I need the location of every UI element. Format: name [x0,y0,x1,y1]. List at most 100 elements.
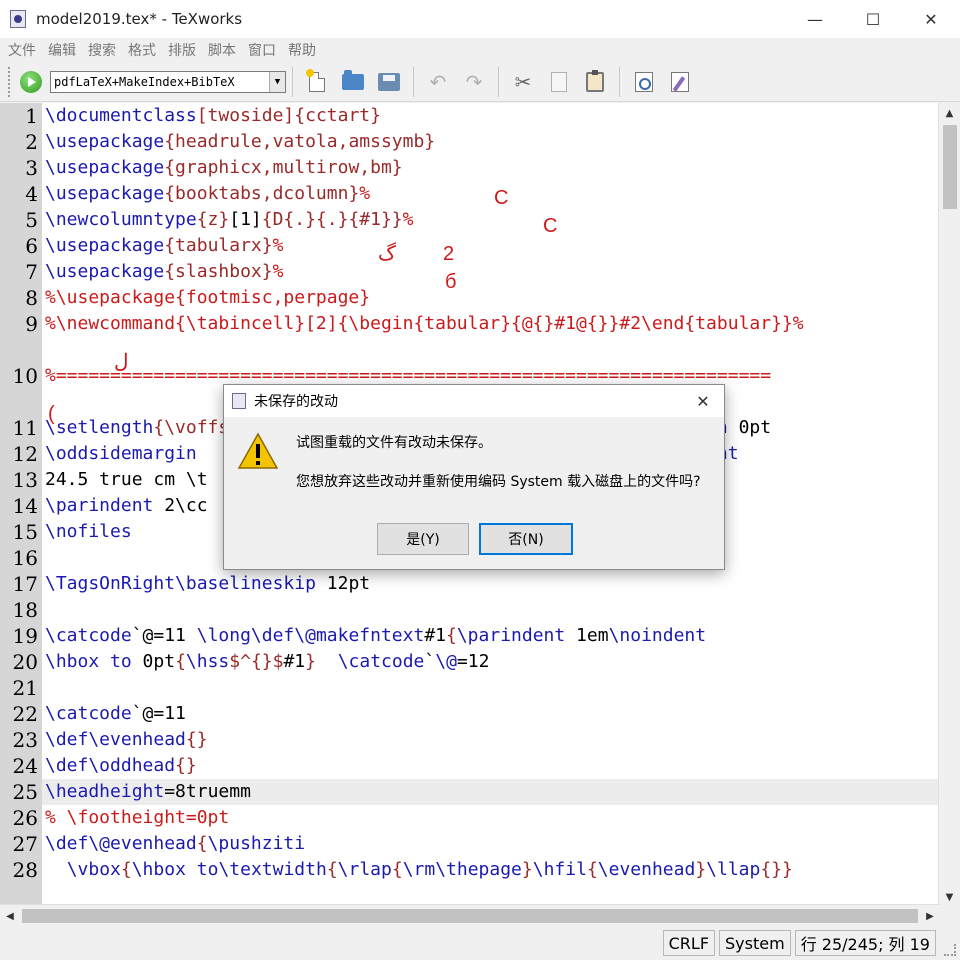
menu-help[interactable]: 帮助 [282,40,322,60]
line-number: 3 [25,156,38,180]
code-line[interactable]: 27 \def\@evenhead{\pushziti [13,831,938,857]
ink-mark: 2 [443,243,455,265]
code-token: { [446,625,457,646]
code-line[interactable]: 18 [13,597,938,623]
new-document-button[interactable] [302,67,332,97]
save-icon [378,72,400,91]
toolbar-grip[interactable] [8,66,12,97]
code-token: \parindent [456,625,566,646]
scroll-up-icon[interactable]: ▲ [939,103,960,123]
line-number: 15 [12,520,38,544]
code-token: \usepackage [45,157,165,178]
toolbar-separator [413,66,414,97]
engine-select[interactable]: pdfLaTeX+MakeIndex+BibTeX ▼ [50,70,286,93]
open-button[interactable] [338,67,368,97]
line-text: \catcode`@=11 [42,701,186,727]
yes-button[interactable]: 是(Y) [377,523,469,555]
maximize-button[interactable]: ☐ [844,0,902,38]
code-line[interactable]: 21 [13,675,938,701]
code-token: % [272,235,284,256]
vertical-scrollbar[interactable]: ▲ ▼ [938,103,960,907]
cut-button[interactable]: ✂ [508,67,538,97]
code-line[interactable]: 22 \catcode`@=11 [13,701,938,727]
code-token: \headheight [45,781,165,802]
code-line[interactable]: 1 \documentclass[twoside]{cctart} [25,103,938,129]
code-line[interactable]: 26 % \footheight=0pt [13,805,938,831]
code-token: \newcolumntype [45,209,197,230]
horizontal-scroll-thumb[interactable] [22,909,918,923]
code-line[interactable]: 2 \usepackage{headrule,vatola,amssymb} [25,129,938,155]
code-token: \nofiles [45,521,132,542]
line-text: \documentclass[twoside]{cctart} [42,103,381,129]
save-button[interactable] [374,67,404,97]
code-token: {} [175,755,197,776]
code-token: 2\cc [153,495,208,516]
code-line[interactable]: 19 \catcode`@=11 \long\def\@makefntext#1{… [13,623,938,649]
code-line[interactable]: 6 \usepackage{tabularx}% [25,233,938,259]
dialog-close-button[interactable]: ✕ [682,385,724,417]
code-line[interactable]: 17 \TagsOnRight\baselineskip 12pt [13,571,938,597]
encoding-indicator[interactable]: System [719,930,791,956]
line-number: 5 [25,208,38,232]
scroll-left-icon[interactable]: ◀ [0,905,20,927]
line-ending-indicator[interactable]: CRLF [662,930,716,956]
chevron-down-icon[interactable]: ▼ [269,71,285,92]
code-line[interactable]: 25 \headheight=8truemm [13,779,938,805]
code-line[interactable]: 3 \usepackage{graphicx,multirow,bm} [25,155,938,181]
code-line[interactable]: 8 %\usepackage{footmisc,perpage} [25,285,938,311]
copy-icon [551,71,567,92]
line-number: 4 [25,182,38,206]
window-title: model2019.tex* - TeXworks [36,10,243,28]
code-line[interactable]: 20 \hbox to 0pt{\hss$^{}$#1} \catcode`\@=… [13,649,938,675]
close-window-button[interactable]: ✕ [902,0,960,38]
menu-scripts[interactable]: 脚本 [202,40,242,60]
redo-button[interactable]: ↷ [459,67,489,97]
resize-grip-icon[interactable] [944,944,956,956]
undo-button[interactable]: ↶ [423,67,453,97]
menu-format[interactable]: 格式 [122,40,162,60]
line-text: \newcolumntype{z}[1]{D{.}{.}{#1}}% [42,207,413,233]
menu-edit[interactable]: 编辑 [42,40,82,60]
code-line[interactable]: 28 \vbox{\hbox to\textwidth{\rlap{\rm\th… [13,857,938,883]
new-document-icon [306,68,325,92]
menu-file[interactable]: 文件 [2,40,42,60]
horizontal-scrollbar[interactable]: ◀ ▶ [0,904,940,926]
line-text: \parindent 2\cc [42,493,208,519]
replace-button[interactable] [665,67,695,97]
line-text: \TagsOnRight\baselineskip 12pt [42,571,370,597]
code-token: {graphicx,multirow,bm} [164,157,403,178]
code-token: \catcode [45,703,132,724]
code-token: \pushziti [207,833,306,854]
warning-icon [237,432,279,469]
menu-window[interactable]: 窗口 [242,40,282,60]
code-line[interactable]: 7 \usepackage{slashbox}% [25,259,938,285]
line-number: 13 [12,468,38,492]
code-token: { [391,859,403,880]
code-line[interactable]: 9 %\newcommand{\tabincell}[2]{\begin{tabu… [25,311,938,363]
texworks-app-icon [232,393,246,409]
code-token: {}} [760,859,793,880]
copy-button[interactable] [544,67,574,97]
code-line[interactable]: 4 \usepackage{booktabs,dcolumn}% [25,181,938,207]
typeset-run-icon[interactable] [20,70,42,93]
menu-typeset[interactable]: 排版 [162,40,202,60]
code-token: `@=11 [131,703,186,724]
code-line[interactable]: 5 \newcolumntype{z}[1]{D{.}{.}{#1}}% [25,207,938,233]
no-button[interactable]: 否(N) [479,523,573,555]
menu-search[interactable]: 搜索 [82,40,122,60]
texworks-app-icon [10,10,26,28]
scroll-down-icon[interactable]: ▼ [939,887,960,907]
code-line[interactable]: 24 \def\oddhead{} [13,753,938,779]
paste-button[interactable] [580,67,610,97]
scroll-right-icon[interactable]: ▶ [920,905,940,927]
line-text: \usepackage{slashbox}% [42,259,283,285]
find-button[interactable] [629,67,659,97]
code-line[interactable]: 23 \def\evenhead{} [13,727,938,753]
line-number: 2 [25,130,38,154]
toolbar-separator [498,66,499,97]
code-token: 0pt [131,651,176,672]
vertical-scroll-thumb[interactable] [943,125,957,209]
line-number: 16 [12,546,38,570]
minimize-button[interactable]: — [786,0,844,38]
